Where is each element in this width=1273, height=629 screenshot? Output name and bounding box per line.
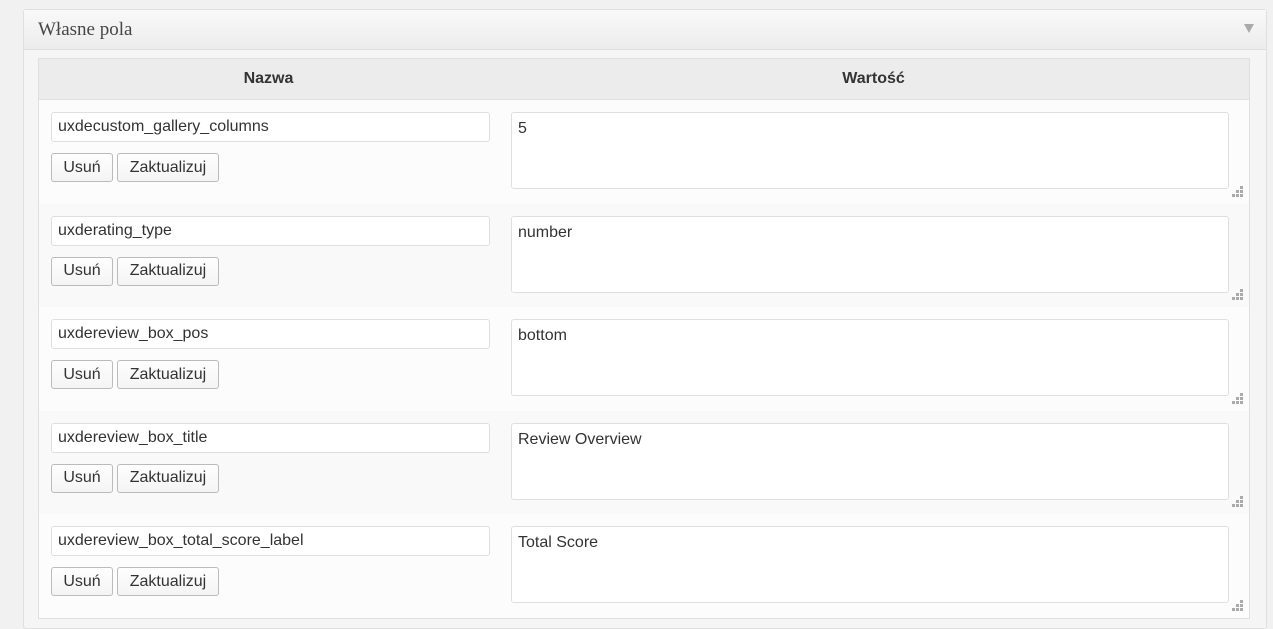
update-button[interactable]: Zaktualizuj (117, 360, 219, 389)
custom-fields-metabox: Własne pola Nazwa Wartość Usuń Zaktualiz… (23, 9, 1267, 629)
delete-button[interactable]: Usuń (51, 567, 113, 596)
table-header: Nazwa Wartość (39, 59, 1249, 100)
custom-fields-table: Nazwa Wartość Usuń Zaktualizuj 5 Usuń Za… (38, 58, 1250, 619)
custom-field-row: Usuń Zaktualizuj bottom (39, 307, 1249, 411)
custom-field-value-textarea[interactable]: bottom (511, 319, 1229, 396)
custom-field-key-input[interactable] (51, 215, 490, 246)
delete-button[interactable]: Usuń (51, 360, 113, 389)
collapse-arrow-icon[interactable] (1244, 24, 1254, 33)
resize-grip-icon[interactable] (1231, 496, 1243, 508)
delete-button[interactable]: Usuń (51, 463, 113, 493)
custom-field-row: Usuń Zaktualizuj number (39, 203, 1249, 308)
metabox-header[interactable]: Własne pola (24, 10, 1266, 50)
value-cell: number (511, 204, 1249, 308)
update-button[interactable]: Zaktualizuj (117, 256, 219, 286)
key-cell: Usuń Zaktualizuj (39, 411, 511, 515)
value-cell: bottom (511, 307, 1249, 411)
metabox-title: Własne pola (38, 19, 133, 40)
update-button[interactable]: Zaktualizuj (117, 463, 219, 493)
custom-field-key-input[interactable] (51, 112, 490, 142)
custom-field-value-textarea[interactable]: 5 (511, 112, 1229, 189)
delete-button[interactable]: Usuń (51, 153, 113, 182)
resize-grip-icon[interactable] (1231, 289, 1243, 301)
resize-grip-icon[interactable] (1231, 392, 1243, 405)
custom-field-value-textarea[interactable]: number (511, 215, 1229, 293)
value-cell: 5 (511, 100, 1249, 204)
update-button[interactable]: Zaktualizuj (117, 567, 219, 596)
value-cell: Review Overview (511, 411, 1249, 515)
resize-grip-icon[interactable] (1231, 599, 1243, 612)
key-cell: Usuń Zaktualizuj (39, 100, 511, 204)
custom-field-value-textarea[interactable]: Review Overview (511, 422, 1229, 500)
custom-field-key-input[interactable] (51, 319, 490, 349)
custom-field-row: Usuń Zaktualizuj Total Score (39, 514, 1249, 618)
custom-field-key-input[interactable] (51, 422, 490, 453)
resize-grip-icon[interactable] (1231, 185, 1243, 198)
key-cell: Usuń Zaktualizuj (39, 307, 511, 411)
value-cell: Total Score (511, 514, 1249, 618)
column-header-name: Nazwa (243, 70, 294, 87)
key-cell: Usuń Zaktualizuj (39, 514, 511, 618)
custom-field-value-textarea[interactable]: Total Score (511, 526, 1229, 603)
metabox-inside: Nazwa Wartość Usuń Zaktualizuj 5 Usuń Za… (38, 58, 1250, 619)
custom-field-key-input[interactable] (51, 526, 490, 556)
key-cell: Usuń Zaktualizuj (39, 204, 511, 308)
delete-button[interactable]: Usuń (51, 256, 113, 286)
update-button[interactable]: Zaktualizuj (117, 153, 219, 182)
custom-field-row: Usuń Zaktualizuj 5 (39, 100, 1249, 204)
custom-field-row: Usuń Zaktualizuj Review Overview (39, 410, 1249, 515)
column-header-value: Wartość (842, 70, 905, 87)
